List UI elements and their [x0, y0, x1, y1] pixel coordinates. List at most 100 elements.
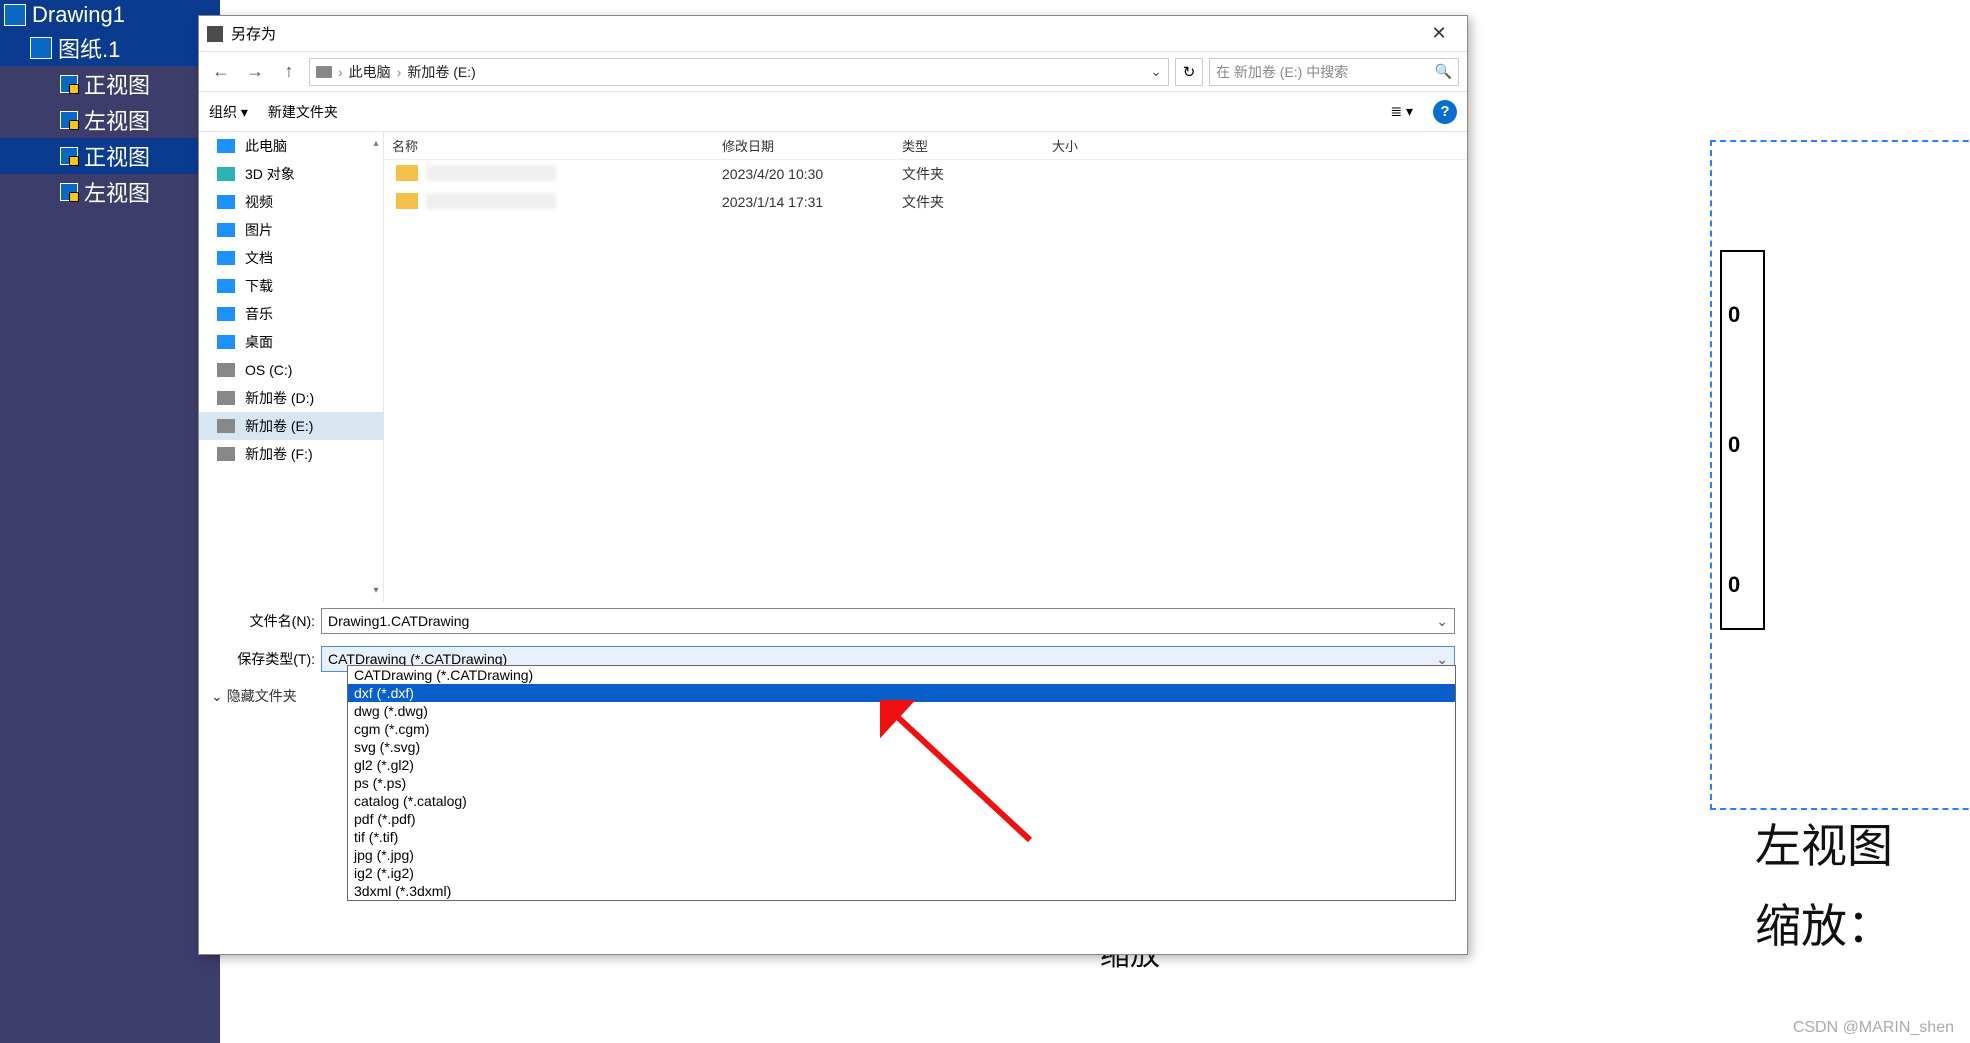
view-label-1: 左视图	[1755, 810, 1893, 876]
organize-button[interactable]: 组织 ▾	[209, 102, 248, 122]
crumb-drop-icon[interactable]: ⌄	[1150, 63, 1162, 80]
watermark: CSDN @MARIN_shen	[1793, 1019, 1954, 1037]
tree-view-1[interactable]: 左视图	[0, 102, 220, 138]
col-date[interactable]: 修改日期	[714, 136, 894, 155]
filetype-option-2[interactable]: dwg (*.dwg)	[348, 702, 1455, 720]
refresh-button[interactable]: ↻	[1175, 58, 1203, 86]
sheet-icon	[30, 37, 52, 59]
nav-back-button[interactable]: ←	[207, 58, 235, 86]
tree-view-2-label: 正视图	[84, 140, 150, 172]
breadcrumb[interactable]: › 此电脑 › 新加卷 (E:) ⌄	[309, 58, 1169, 86]
file-name-blurred	[426, 193, 556, 209]
tree-view-2[interactable]: 正视图	[0, 138, 220, 174]
drawing-icon	[4, 4, 26, 26]
file-row[interactable]: 2023/4/20 10:30文件夹	[384, 160, 1467, 188]
folder-icon	[396, 165, 418, 181]
sidebar-item-0[interactable]: 此电脑	[199, 132, 383, 160]
col-size[interactable]: 大小	[1044, 136, 1164, 155]
sidebar-item-label: 新加卷 (F:)	[245, 444, 313, 464]
filetype-option-3[interactable]: cgm (*.cgm)	[348, 720, 1455, 738]
filetype-option-5[interactable]: gl2 (*.gl2)	[348, 756, 1455, 774]
filetype-option-6[interactable]: ps (*.ps)	[348, 774, 1455, 792]
filetype-option-12[interactable]: 3dxml (*.3dxml)	[348, 882, 1455, 900]
crumb-sep: ›	[397, 64, 402, 80]
nav-forward-button[interactable]: →	[241, 58, 269, 86]
sidebar-item-icon	[217, 335, 235, 349]
chevron-down-icon: ⌄	[211, 688, 223, 705]
hide-folders-label: 隐藏文件夹	[227, 686, 297, 706]
filetype-option-7[interactable]: catalog (*.catalog)	[348, 792, 1455, 810]
sidebar-item-8[interactable]: OS (C:)	[199, 356, 383, 384]
filename-label: 文件名(N):	[211, 611, 321, 631]
sidebar-item-label: 新加卷 (D:)	[245, 388, 314, 408]
filetype-option-0[interactable]: CATDrawing (*.CATDrawing)	[348, 666, 1455, 684]
drawing-shape: 0 0 0	[1720, 250, 1765, 630]
new-folder-button[interactable]: 新建文件夹	[268, 102, 338, 122]
filetype-option-4[interactable]: svg (*.svg)	[348, 738, 1455, 756]
tree-sheet-label: 图纸.1	[58, 32, 120, 64]
sidebar-item-11[interactable]: 新加卷 (F:)	[199, 440, 383, 468]
filetype-option-8[interactable]: pdf (*.pdf)	[348, 810, 1455, 828]
sidebar-item-icon	[217, 223, 235, 237]
view-options-button[interactable]: ≣ ▾	[1390, 103, 1413, 120]
dialog-icon	[207, 26, 223, 42]
search-icon: 🔍	[1435, 63, 1452, 80]
nav-up-button[interactable]: ↑	[275, 58, 303, 86]
file-row[interactable]: 2023/1/14 17:31文件夹	[384, 188, 1467, 216]
glyph: 0	[1728, 302, 1740, 328]
sidebar-item-icon	[217, 279, 235, 293]
tree-root[interactable]: Drawing1	[0, 0, 220, 30]
chevron-down-icon[interactable]: ⌄	[1436, 613, 1448, 630]
sidebar-item-icon	[217, 447, 235, 461]
sidebar-item-2[interactable]: 视频	[199, 188, 383, 216]
sidebar-item-3[interactable]: 图片	[199, 216, 383, 244]
file-type: 文件夹	[894, 164, 1044, 184]
crumb-pc[interactable]: 此电脑	[349, 62, 391, 82]
tree-view-1-label: 左视图	[84, 104, 150, 136]
filetype-option-10[interactable]: jpg (*.jpg)	[348, 846, 1455, 864]
sidebar: 此电脑 3D 对象视频图片文档下载音乐桌面 OS (C:) 新加卷 (D:) 新加卷 (…	[199, 132, 384, 602]
file-name-blurred	[426, 165, 556, 181]
filetype-dropdown: CATDrawing (*.CATDrawing)dxf (*.dxf)dwg …	[347, 665, 1456, 901]
help-button[interactable]: ?	[1433, 100, 1457, 124]
view-icon	[60, 75, 78, 93]
sidebar-item-icon	[217, 363, 235, 377]
sidebar-item-4[interactable]: 文档	[199, 244, 383, 272]
sidebar-item-1[interactable]: 3D 对象	[199, 160, 383, 188]
filename-row: 文件名(N): Drawing1.CATDrawing ⌄	[199, 602, 1467, 640]
dialog-close-button[interactable]: ✕	[1419, 19, 1459, 49]
sidebar-item-label: 下载	[245, 276, 273, 296]
sidebar-item-label: 新加卷 (E:)	[245, 416, 313, 436]
view-icon	[60, 111, 78, 129]
filetype-option-1[interactable]: dxf (*.dxf)	[348, 684, 1455, 702]
sidebar-item-5[interactable]: 下载	[199, 272, 383, 300]
search-input[interactable]: 在 新加卷 (E:) 中搜索 🔍	[1209, 58, 1459, 86]
sidebar-item-9[interactable]: 新加卷 (D:)	[199, 384, 383, 412]
filename-input[interactable]: Drawing1.CATDrawing ⌄	[321, 608, 1455, 634]
sidebar-item-7[interactable]: 桌面	[199, 328, 383, 356]
filetype-option-9[interactable]: tif (*.tif)	[348, 828, 1455, 846]
crumb-drive[interactable]: 新加卷 (E:)	[407, 62, 475, 82]
sidebar-item-icon	[217, 307, 235, 321]
sidebar-item-10[interactable]: 新加卷 (E:)	[199, 412, 383, 440]
sidebar-scrollbar[interactable]: ▴▾	[371, 138, 381, 596]
nav-row: ← → ↑ › 此电脑 › 新加卷 (E:) ⌄ ↻ 在 新加卷 (E:) 中搜…	[199, 52, 1467, 92]
tree-view-3[interactable]: 左视图	[0, 174, 220, 210]
glyph: 0	[1728, 432, 1740, 458]
sidebar-item-label: OS (C:)	[245, 362, 292, 378]
sidebar-item-label: 图片	[245, 220, 273, 240]
sidebar-item-6[interactable]: 音乐	[199, 300, 383, 328]
view-icon	[60, 147, 78, 165]
tree-view-0[interactable]: 正视图	[0, 66, 220, 102]
sidebar-item-label: 视频	[245, 192, 273, 212]
tree-sheet[interactable]: 图纸.1	[0, 30, 220, 66]
filename-value: Drawing1.CATDrawing	[328, 613, 469, 629]
file-date: 2023/4/20 10:30	[714, 166, 894, 182]
sidebar-item-label: 音乐	[245, 304, 273, 324]
tree-root-label: Drawing1	[32, 2, 125, 28]
view-label-2: 缩放：	[1755, 890, 1893, 956]
filetype-option-11[interactable]: ig2 (*.ig2)	[348, 864, 1455, 882]
col-type[interactable]: 类型	[894, 136, 1044, 155]
sidebar-item-label: 此电脑	[245, 136, 287, 156]
col-name[interactable]: 名称	[384, 136, 714, 155]
